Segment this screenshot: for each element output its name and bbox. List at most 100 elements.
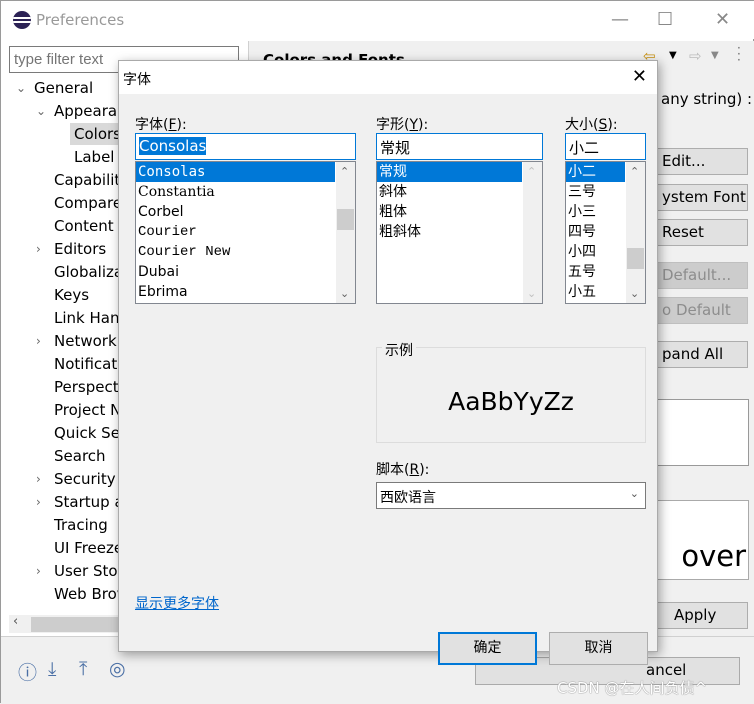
tree-item[interactable]: Notificati	[54, 353, 121, 375]
tree-item[interactable]: Web Brov	[54, 583, 126, 605]
watermark: CSDN @在人间负债^	[557, 679, 708, 697]
scroll-left-icon[interactable]: ‹	[13, 614, 18, 629]
scrollbar-thumb[interactable]	[627, 248, 644, 269]
sample-label: 示例	[382, 340, 416, 360]
filter-hint-label: any string) :	[661, 90, 753, 108]
tree-item[interactable]: Label I	[74, 146, 124, 168]
tree-item-label: Notificati	[54, 355, 122, 373]
tree-item-label: Compare	[54, 194, 123, 212]
scroll-down-icon[interactable]: ⌄	[630, 287, 639, 300]
style-input[interactable]: 常规	[376, 133, 543, 160]
list-item[interactable]: 五号	[566, 262, 625, 282]
preferences-icon[interactable]: ◎	[109, 658, 131, 680]
tree-item[interactable]: › Startup a	[36, 491, 124, 513]
tree-item[interactable]: Compare	[54, 192, 122, 214]
forward-icon[interactable]: ⇨	[689, 47, 702, 65]
chevron-right-icon[interactable]: ›	[36, 560, 41, 582]
list-item[interactable]: Ebrima	[136, 282, 335, 302]
sample-text: AaBbYyZz	[448, 387, 574, 416]
list-item[interactable]: 常规	[377, 162, 522, 182]
ok-button[interactable]: 确定	[438, 632, 537, 665]
tree-item[interactable]: ⌄ Appearar	[36, 100, 124, 122]
tree-item[interactable]: › User Stor	[36, 560, 124, 582]
list-item[interactable]: 小二	[566, 162, 625, 182]
tree-item[interactable]: ⌄ General	[16, 77, 94, 99]
tree-item-label: General	[34, 79, 94, 97]
size-label: 大小(S):	[565, 117, 618, 133]
tree-item-label: Editors	[54, 240, 107, 258]
style-label: 字形(Y):	[376, 117, 429, 133]
scroll-up-icon[interactable]: ⌃	[340, 165, 349, 178]
maximize-button[interactable]: ☐	[657, 9, 673, 30]
font-input[interactable]: Consolas	[135, 133, 356, 160]
tree-item[interactable]: Tracing	[54, 514, 108, 536]
chevron-down-icon[interactable]: ⌄	[16, 77, 26, 99]
scroll-up-icon[interactable]: ⌃	[630, 165, 639, 178]
back-menu-icon[interactable]: ▼	[669, 50, 677, 61]
chevron-right-icon[interactable]: ›	[36, 330, 41, 352]
tree-item[interactable]: Search	[54, 445, 106, 467]
font-dialog: 字体 ✕ 字体(F): Consolas Consolas Constantia C…	[118, 60, 658, 665]
tree-item[interactable]: Globaliza	[54, 261, 123, 283]
show-more-fonts-link[interactable]: 显示更多字体	[135, 593, 219, 613]
export-icon[interactable]: ⤒	[79, 658, 101, 680]
list-item[interactable]: Consolas	[136, 162, 335, 182]
tree-item[interactable]: › Security	[36, 468, 116, 490]
chevron-right-icon[interactable]: ›	[36, 238, 41, 260]
tree-item[interactable]: Perspecti	[54, 376, 123, 398]
tree-item[interactable]: Link Hanc	[54, 307, 128, 329]
tree-item[interactable]: › Editors	[36, 238, 107, 260]
list-item[interactable]: Constantia	[136, 182, 335, 202]
list-item[interactable]: 小三	[566, 202, 625, 222]
list-item[interactable]: Courier	[136, 222, 335, 242]
chevron-right-icon[interactable]: ›	[36, 491, 41, 513]
chevron-down-icon[interactable]: ⌄	[36, 100, 46, 122]
tree-item[interactable]: UI Freeze	[54, 537, 123, 559]
chevron-right-icon[interactable]: ›	[36, 468, 41, 490]
list-item[interactable]: Courier New	[136, 242, 335, 262]
minimize-button[interactable]: —	[611, 9, 629, 30]
tree-item-label: Project N	[54, 401, 122, 419]
list-item[interactable]: Corbel	[136, 202, 335, 222]
list-item[interactable]: 小四	[566, 242, 625, 262]
style-list[interactable]: 常规 斜体 粗体 粗斜体 ⌃ ⌄	[376, 161, 543, 304]
list-item[interactable]: 三号	[566, 182, 625, 202]
scrollbar-thumb[interactable]	[337, 209, 354, 230]
tree-item[interactable]: Capabiliti	[54, 169, 124, 191]
more-options-icon[interactable]: · · ·	[737, 42, 741, 66]
tree-item-label: Link Hanc	[54, 309, 128, 327]
help-icon[interactable]: ⓘ	[18, 658, 40, 684]
dialog-close-button[interactable]: ✕	[632, 66, 647, 87]
list-item[interactable]: 粗斜体	[377, 222, 522, 242]
font-list[interactable]: Consolas Constantia Corbel Courier Courier N…	[135, 161, 356, 304]
scroll-up-icon[interactable]: ⌃	[527, 165, 536, 178]
tree-item-label: Globaliza	[54, 263, 124, 281]
tree-item[interactable]: › Network	[36, 330, 117, 352]
list-item[interactable]: 斜体	[377, 182, 522, 202]
forward-menu-icon[interactable]: ▼	[711, 50, 719, 61]
list-item[interactable]: 粗体	[377, 202, 522, 222]
tree-item-label: Startup a	[54, 493, 124, 511]
script-select[interactable]: 西欧语言 ⌄	[376, 482, 646, 509]
size-input[interactable]: 小二	[565, 133, 646, 160]
close-button[interactable]: ✕	[715, 9, 730, 30]
eclipse-logo-icon	[13, 11, 31, 29]
import-icon[interactable]: ⤓	[48, 658, 70, 680]
tree-item-label: Keys	[54, 286, 90, 304]
tree-item[interactable]: Content T	[54, 215, 128, 237]
tree-item-label: Perspecti	[54, 378, 123, 396]
list-item[interactable]: 四号	[566, 222, 625, 242]
scroll-down-icon[interactable]: ⌄	[340, 287, 349, 300]
script-label: 脚本(R):	[376, 462, 430, 478]
tree-item-label: Web Brov	[54, 585, 126, 603]
list-item[interactable]: Dubai	[136, 262, 335, 282]
tree-item-label: Colors	[74, 125, 121, 143]
dialog-cancel-button[interactable]: 取消	[549, 632, 648, 665]
tree-item[interactable]: Keys	[54, 284, 89, 306]
tree-item-label: Security	[54, 470, 116, 488]
list-item[interactable]: 小五	[566, 282, 625, 302]
tree-item[interactable]: Project N	[54, 399, 121, 421]
tree-item-label: Appearar	[54, 102, 124, 120]
scroll-down-icon[interactable]: ⌄	[527, 287, 536, 300]
size-list[interactable]: 小二 三号 小三 四号 小四 五号 小五 ⌃ ⌄	[565, 161, 646, 304]
